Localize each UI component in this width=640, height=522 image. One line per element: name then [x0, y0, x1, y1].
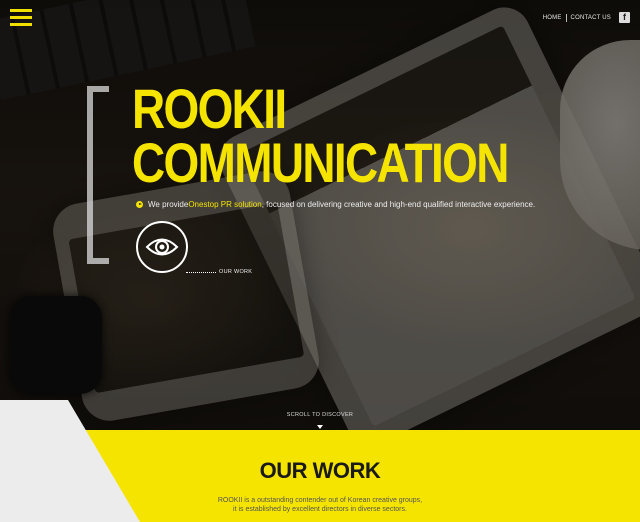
play-icon [136, 201, 143, 208]
nav-divider [565, 13, 567, 22]
tagline-highlight: Onestop PR solution [188, 200, 262, 209]
nav-home-link[interactable]: HOME [543, 15, 562, 21]
section-desc-line2: it is established by excellent directors… [233, 506, 407, 513]
tagline-prefix: We provide [148, 200, 189, 209]
scroll-down-icon[interactable] [317, 425, 323, 429]
nav-contact-link[interactable]: CONTACT US [571, 15, 611, 21]
title-bracket [87, 86, 109, 264]
our-work-eye-button[interactable] [136, 221, 188, 273]
hero-title-line2: COMMUNICATION [132, 131, 509, 194]
scroll-to-discover[interactable]: SCROLL TO DISCOVER [0, 412, 640, 418]
our-work-connector [186, 272, 216, 273]
hamburger-menu-icon[interactable] [10, 9, 32, 27]
hero-tagline: We provide Onestop PR solution , focused… [136, 200, 535, 209]
section-desc-line1: ROOKII is a outstanding contender out of… [217, 497, 423, 504]
hero-title: ROOKII COMMUNICATION [132, 81, 509, 191]
eye-icon [145, 238, 179, 256]
section-title: OUR WORK [259, 458, 381, 483]
tagline-suffix: , focused on delivering creative and hig… [261, 200, 536, 209]
our-work-label[interactable]: OUR WORK [219, 269, 252, 275]
section-description: ROOKII is a outstanding contender out of… [0, 496, 640, 514]
top-nav: HOME CONTACT US f [543, 12, 630, 23]
facebook-icon[interactable]: f [619, 12, 630, 23]
